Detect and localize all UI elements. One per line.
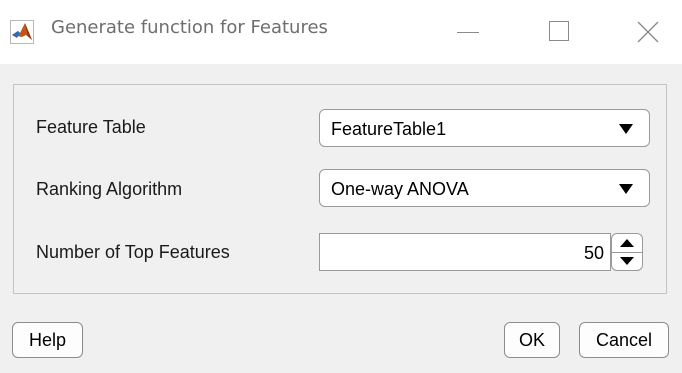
spinner-buttons bbox=[611, 233, 643, 271]
cancel-button[interactable]: Cancel bbox=[579, 322, 669, 358]
top-features-value: 50 bbox=[583, 243, 604, 263]
ok-button[interactable]: OK bbox=[504, 322, 560, 358]
minimize-button[interactable] bbox=[437, 0, 497, 64]
maximize-button[interactable] bbox=[529, 0, 589, 64]
decrement-button[interactable] bbox=[612, 252, 642, 270]
settings-panel: Feature Table FeatureTable1 Ranking Algo… bbox=[13, 84, 667, 294]
help-button[interactable]: Help bbox=[12, 322, 83, 358]
ranking-algorithm-value: One-way ANOVA bbox=[331, 179, 469, 199]
chevron-down-icon bbox=[619, 184, 633, 194]
top-features-spinner: 50 bbox=[319, 233, 650, 271]
top-features-label: Number of Top Features bbox=[36, 242, 230, 262]
minimize-icon bbox=[457, 32, 479, 33]
matlab-logo-icon bbox=[10, 20, 34, 44]
window-title: Generate function for Features bbox=[51, 17, 328, 38]
arrow-up-icon bbox=[620, 239, 634, 247]
feature-table-dropdown[interactable]: FeatureTable1 bbox=[319, 109, 650, 147]
top-features-input[interactable]: 50 bbox=[319, 233, 611, 271]
maximize-icon bbox=[549, 21, 569, 41]
feature-table-label: Feature Table bbox=[36, 117, 146, 137]
ranking-algorithm-label: Ranking Algorithm bbox=[36, 179, 183, 199]
close-button[interactable] bbox=[620, 0, 680, 64]
ranking-algorithm-dropdown[interactable]: One-way ANOVA bbox=[319, 169, 650, 207]
feature-table-value: FeatureTable1 bbox=[331, 119, 447, 139]
arrow-down-icon bbox=[620, 257, 634, 265]
title-bar: Generate function for Features bbox=[0, 0, 682, 64]
chevron-down-icon bbox=[619, 124, 633, 134]
increment-button[interactable] bbox=[612, 234, 642, 253]
close-icon bbox=[636, 20, 660, 49]
